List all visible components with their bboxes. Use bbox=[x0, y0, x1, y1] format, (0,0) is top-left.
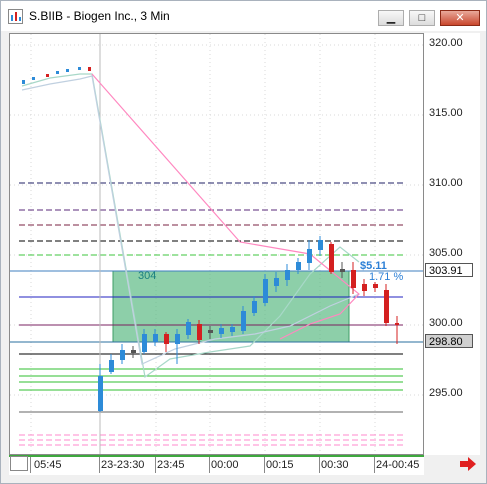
time-axis[interactable]: 05:45 23-23:30 23:45 00:00 00:15 00:30 2… bbox=[9, 455, 424, 475]
x-tick: 24-00:45 bbox=[376, 459, 420, 471]
minimize-button[interactable]: ▁ bbox=[378, 10, 404, 26]
y-tick: 315.00 bbox=[429, 107, 463, 119]
last-price-tag: 303.91 bbox=[425, 263, 473, 277]
y-tick: 300.00 bbox=[429, 317, 463, 329]
price-chart[interactable] bbox=[10, 34, 424, 455]
x-tick: 00:30 bbox=[321, 459, 349, 471]
x-tick: 23:45 bbox=[157, 459, 185, 471]
crosshair-price-tag: 298.80 bbox=[425, 334, 473, 348]
close-icon: ✕ bbox=[455, 12, 465, 24]
close-button[interactable]: ✕ bbox=[440, 10, 480, 26]
window-title: S.BIIB - Biogen Inc., 3 Min bbox=[29, 9, 170, 23]
maximize-icon: □ bbox=[418, 12, 426, 24]
title-bar[interactable]: S.BIIB - Biogen Inc., 3 Min ▁ □ ✕ bbox=[1, 1, 486, 31]
chart-corner-box[interactable] bbox=[10, 456, 28, 471]
y-tick: 295.00 bbox=[429, 387, 463, 399]
chart-icon bbox=[8, 9, 23, 24]
x-tick: 00:00 bbox=[211, 459, 239, 471]
grid bbox=[10, 34, 423, 454]
y-tick: 320.00 bbox=[429, 37, 463, 49]
y-tick: 310.00 bbox=[429, 177, 463, 189]
x-tick: 00:15 bbox=[266, 459, 294, 471]
target-percent: 1.71 % bbox=[369, 271, 404, 283]
arrow-right-icon[interactable] bbox=[459, 456, 477, 472]
x-tick: 23-23:30 bbox=[101, 459, 145, 471]
price-chart-area[interactable]: 304 $5.11 1.71 % bbox=[9, 33, 424, 455]
x-tick: 05:45 bbox=[34, 459, 62, 471]
maximize-button[interactable]: □ bbox=[409, 10, 435, 26]
y-tick: 305.00 bbox=[429, 247, 463, 259]
zone-label: 304 bbox=[138, 270, 157, 282]
price-axis[interactable]: 320.00 315.00 310.00 305.00 300.00 295.0… bbox=[424, 33, 480, 455]
minimize-icon: ▁ bbox=[386, 12, 396, 24]
